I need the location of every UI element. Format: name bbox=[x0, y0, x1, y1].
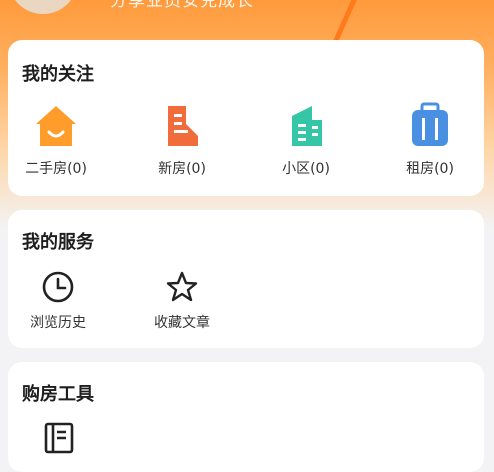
service-label: 浏览历史 bbox=[30, 315, 86, 331]
follow-title: 我的关注 bbox=[22, 64, 94, 85]
follow-label: 租房(0) bbox=[406, 161, 454, 177]
tool-item-notebook[interactable] bbox=[42, 422, 76, 454]
header-text: 分享业员安兑成长 bbox=[110, 0, 254, 11]
follow-item-community[interactable]: 小区(0) bbox=[274, 102, 338, 178]
follow-card: 我的关注 二手房(0) 新房(0) 小区(0) 租房(0) bbox=[8, 40, 484, 196]
building-icon bbox=[168, 106, 198, 146]
follow-item-rent[interactable]: 租房(0) bbox=[398, 102, 462, 178]
follow-label: 二手房(0) bbox=[25, 161, 87, 177]
tools-card: 购房工具 bbox=[8, 362, 484, 472]
follow-item-secondhand[interactable]: 二手房(0) bbox=[24, 102, 88, 178]
services-card: 我的服务 浏览历史 收藏文章 bbox=[8, 210, 484, 348]
service-item-history[interactable]: 浏览历史 bbox=[22, 270, 94, 332]
tools-title: 购房工具 bbox=[22, 384, 94, 405]
service-item-favorites[interactable]: 收藏文章 bbox=[146, 270, 218, 332]
community-icon bbox=[292, 106, 322, 146]
clock-icon bbox=[42, 271, 74, 303]
star-icon bbox=[166, 271, 198, 302]
service-label: 收藏文章 bbox=[154, 315, 210, 331]
house-icon bbox=[36, 106, 76, 146]
follow-item-newhouse[interactable]: 新房(0) bbox=[150, 102, 214, 178]
follow-label: 新房(0) bbox=[158, 161, 206, 177]
services-title: 我的服务 bbox=[22, 232, 94, 253]
follow-label: 小区(0) bbox=[282, 161, 330, 177]
notebook-icon bbox=[44, 422, 74, 454]
luggage-icon bbox=[412, 102, 448, 146]
